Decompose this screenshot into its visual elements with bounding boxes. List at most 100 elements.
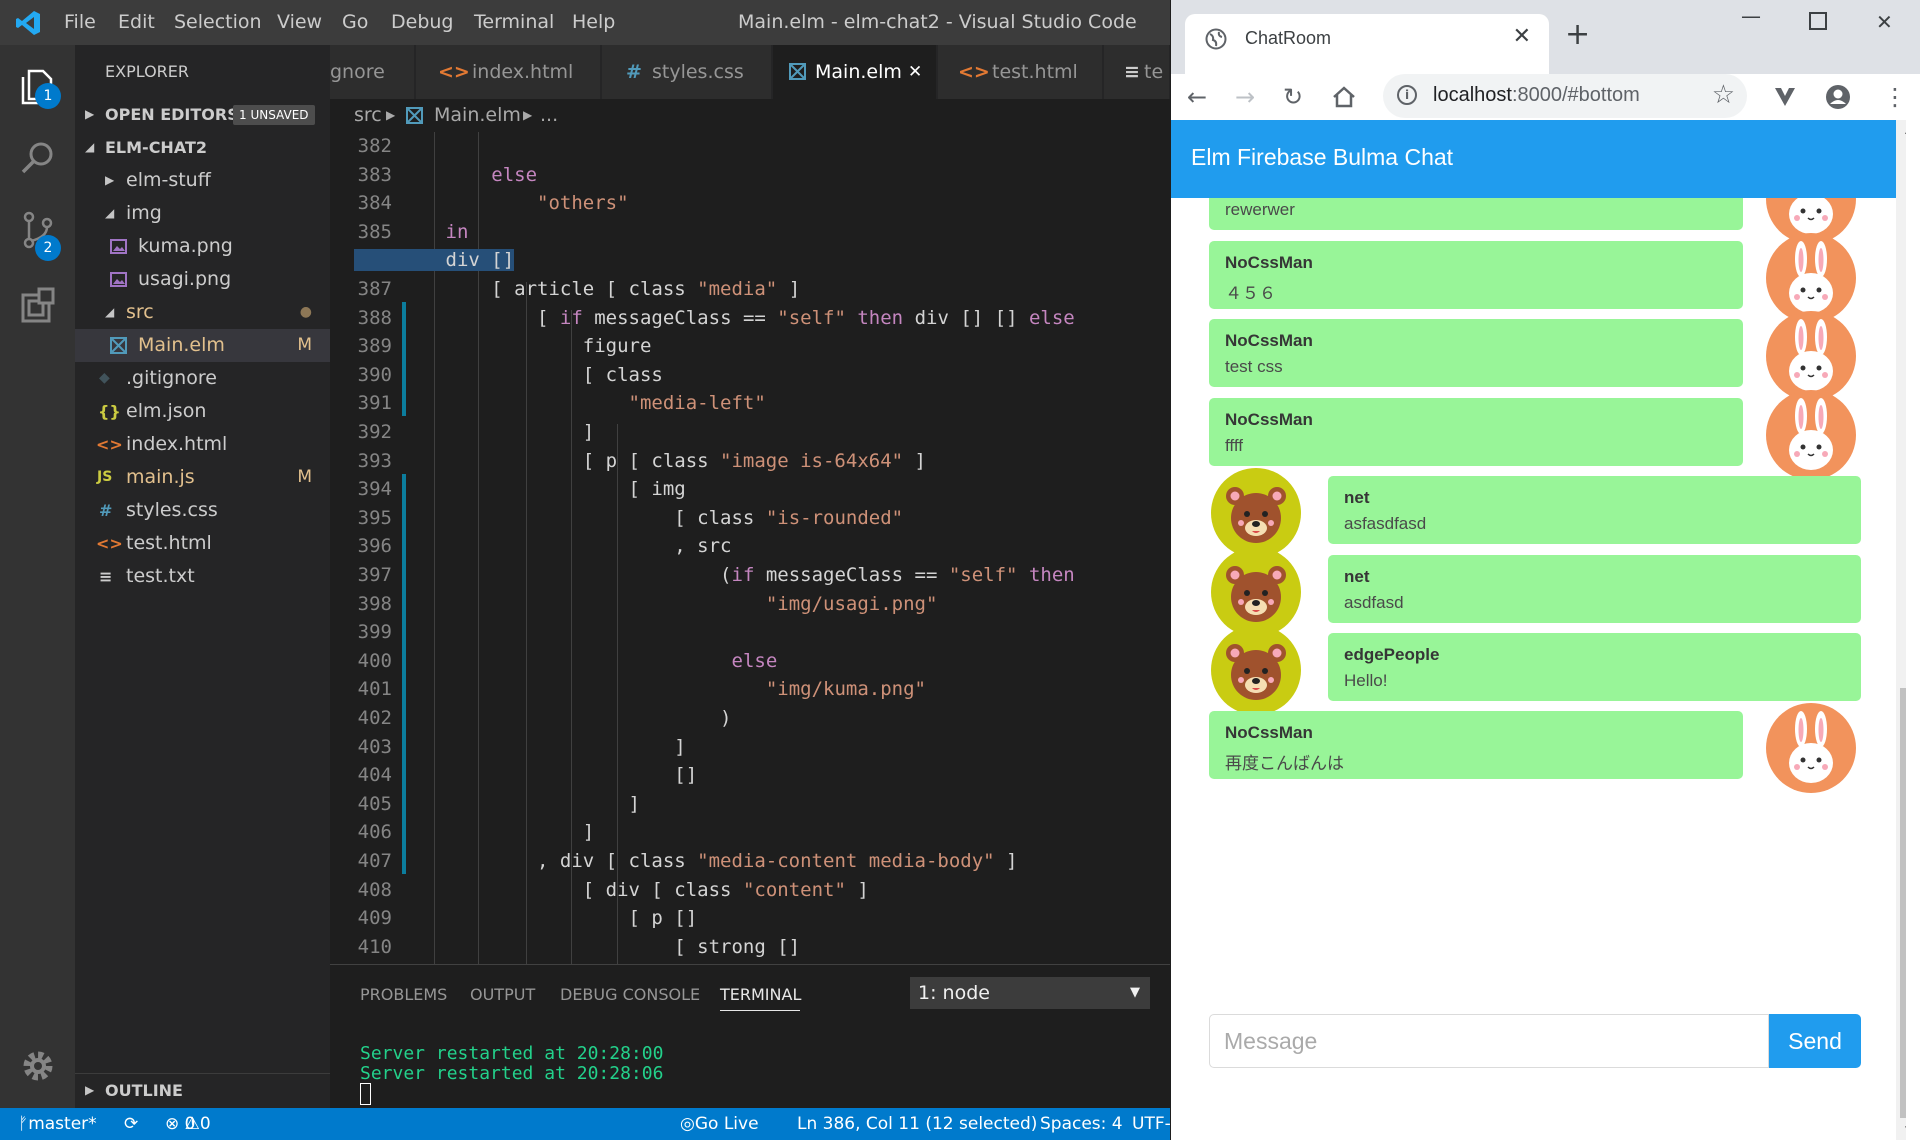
open-editors-section[interactable]: ▶ OPEN EDITORS 1 UNSAVED — [75, 98, 330, 131]
code-line[interactable]: in — [354, 218, 469, 247]
scrollbar-thumb[interactable] — [1900, 688, 1906, 1118]
maximize-icon[interactable] — [1809, 12, 1827, 30]
code-line[interactable]: ] — [354, 733, 685, 762]
panel-tab-problems[interactable]: PROBLEMS — [360, 985, 447, 1004]
tab-index-html[interactable]: <> index.html — [416, 45, 601, 99]
forward-icon[interactable]: → — [1235, 82, 1255, 112]
project-section[interactable]: ◢ ELM-CHAT2 — [75, 131, 330, 164]
breadcrumb-folder[interactable]: src — [354, 99, 382, 132]
reload-icon[interactable]: ↻ — [1283, 82, 1303, 112]
scroll-down-icon[interactable]: ▼ — [1903, 1124, 1906, 1135]
git-branch[interactable]: ᚠ master* — [18, 1108, 97, 1140]
code-line[interactable]: else — [354, 161, 537, 190]
code-line[interactable]: figure — [354, 332, 652, 361]
profile-avatar-icon[interactable] — [1825, 84, 1851, 110]
code-line[interactable]: [ strong [] — [354, 933, 800, 962]
code-line[interactable]: [] — [354, 761, 697, 790]
scroll-up-icon[interactable]: ▲ — [1903, 126, 1906, 137]
code-line[interactable]: "img/usagi.png" — [354, 590, 938, 619]
menu-file[interactable]: File — [64, 11, 96, 33]
code-line[interactable]: "media-left" — [354, 389, 766, 418]
terminal-select[interactable]: 1: node ▼ — [910, 977, 1150, 1009]
code-line[interactable]: [ p [ class "image is-64x64" ] — [354, 447, 926, 476]
indentation-status[interactable]: Spaces: 4 — [1040, 1108, 1123, 1140]
panel-tab-terminal[interactable]: TERMINAL — [720, 985, 801, 1004]
minimize-icon[interactable]: — — [1741, 4, 1761, 28]
page-scrollbar[interactable]: ▲ ▼ — [1896, 120, 1906, 1140]
code-line[interactable]: , div [ class "media-content media-body"… — [354, 847, 1017, 876]
tree-file-usagi[interactable]: usagi.png — [75, 263, 330, 296]
code-line[interactable]: [ p [] — [354, 904, 698, 933]
code-line[interactable]: ] — [354, 418, 594, 447]
tree-file-elm-json[interactable]: {} elm.json — [75, 395, 330, 428]
code-line[interactable]: ] — [354, 790, 640, 819]
address-bar[interactable]: i localhost:8000/#bottom ☆ — [1383, 74, 1747, 118]
code-line[interactable]: [ article [ class "media" ] — [354, 275, 800, 304]
browser-tab[interactable]: ChatRoom ✕ — [1185, 14, 1549, 74]
menu-debug[interactable]: Debug — [391, 11, 453, 33]
menu-kebab-icon[interactable]: ⋮ — [1883, 82, 1907, 112]
navbar-brand[interactable]: Elm Firebase Bulma Chat — [1191, 144, 1453, 171]
tab-test-txt[interactable]: ≡ te — [1104, 45, 1170, 99]
code-editor[interactable]: 382383 else384 "others"385 in386 div []3… — [330, 132, 1170, 964]
sync-icon[interactable]: ⟳ — [124, 1108, 138, 1140]
menu-terminal[interactable]: Terminal — [474, 11, 554, 33]
tree-file-index-html[interactable]: <> index.html — [75, 428, 330, 461]
tree-file-styles-css[interactable]: # styles.css — [75, 494, 330, 527]
tree-file-main-elm[interactable]: Main.elm M — [75, 329, 330, 362]
close-tab-icon[interactable]: ✕ — [1513, 24, 1531, 49]
send-button[interactable]: Send — [1769, 1014, 1861, 1068]
go-live-button[interactable]: ◎ Go Live — [680, 1108, 759, 1140]
code-line[interactable]: ) — [354, 704, 731, 733]
menu-view[interactable]: View — [277, 11, 322, 33]
extensions-icon[interactable] — [17, 285, 59, 327]
panel-tab-output[interactable]: OUTPUT — [470, 985, 535, 1004]
back-icon[interactable]: ← — [1187, 82, 1207, 112]
tab-test-html[interactable]: <> test.html — [938, 45, 1103, 99]
menu-selection[interactable]: Selection — [174, 11, 262, 33]
menu-go[interactable]: Go — [342, 11, 368, 33]
tab-styles-css[interactable]: # styles.css — [602, 45, 772, 99]
code-line[interactable]: [ if messageClass == "self" then div [] … — [354, 304, 1075, 333]
message-input[interactable]: Message — [1209, 1014, 1769, 1068]
tree-file-test-txt[interactable]: ≡ test.txt — [75, 560, 330, 593]
tree-folder-src[interactable]: ◢ src ● — [75, 296, 330, 329]
tree-folder-img[interactable]: ◢ img — [75, 197, 330, 230]
code-line[interactable]: else — [354, 647, 778, 676]
tab-main-elm[interactable]: Main.elm ✕ — [773, 45, 937, 99]
code-line[interactable]: "others" — [354, 189, 629, 218]
tree-file-gitignore[interactable]: ◆ .gitignore — [75, 362, 330, 395]
close-icon[interactable]: ✕ — [908, 45, 922, 99]
code-line[interactable]: [ div [ class "content" ] — [354, 876, 869, 905]
code-line[interactable]: [ class — [354, 361, 663, 390]
info-icon[interactable]: i — [1397, 85, 1417, 105]
code-line[interactable]: div [] — [354, 246, 515, 275]
extension-icon[interactable] — [1773, 86, 1797, 108]
outline-section[interactable]: ▶ OUTLINE — [75, 1073, 330, 1106]
breadcrumb-more[interactable]: ... — [540, 99, 558, 132]
home-icon[interactable] — [1331, 84, 1357, 110]
menu-help[interactable]: Help — [572, 11, 615, 33]
code-line[interactable]: , src — [354, 532, 731, 561]
code-line[interactable]: ] — [354, 818, 594, 847]
breadcrumb-file[interactable]: Main.elm — [434, 99, 521, 132]
bookmark-star-icon[interactable]: ☆ — [1712, 80, 1735, 110]
encoding-status[interactable]: UTF- — [1132, 1108, 1170, 1140]
close-window-icon[interactable]: ✕ — [1876, 10, 1893, 34]
code-line[interactable]: [ img — [354, 475, 686, 504]
code-line[interactable]: [ class "is-rounded" — [354, 504, 903, 533]
tree-file-kuma[interactable]: kuma.png — [75, 230, 330, 263]
panel-tab-debug-console[interactable]: DEBUG CONSOLE — [560, 985, 700, 1004]
tree-folder-elm-stuff[interactable]: ▶ elm-stuff — [75, 164, 330, 197]
problems-status[interactable]: ⊗ 0 ⚠ 0 — [165, 1108, 211, 1140]
menu-edit[interactable]: Edit — [118, 11, 155, 33]
tab-gitignore[interactable]: gnore — [330, 45, 415, 99]
code-line[interactable]: "img/kuma.png" — [354, 675, 926, 704]
code-line[interactable]: (if messageClass == "self" then — [354, 561, 1075, 590]
search-icon[interactable] — [17, 137, 59, 179]
tree-file-main-js[interactable]: JS main.js M — [75, 461, 330, 494]
gear-icon[interactable] — [17, 1045, 59, 1087]
new-tab-button[interactable]: + — [1565, 20, 1590, 50]
cursor-position[interactable]: Ln 386, Col 11 (12 selected) — [797, 1108, 1037, 1140]
tree-file-test-html[interactable]: <> test.html — [75, 527, 330, 560]
